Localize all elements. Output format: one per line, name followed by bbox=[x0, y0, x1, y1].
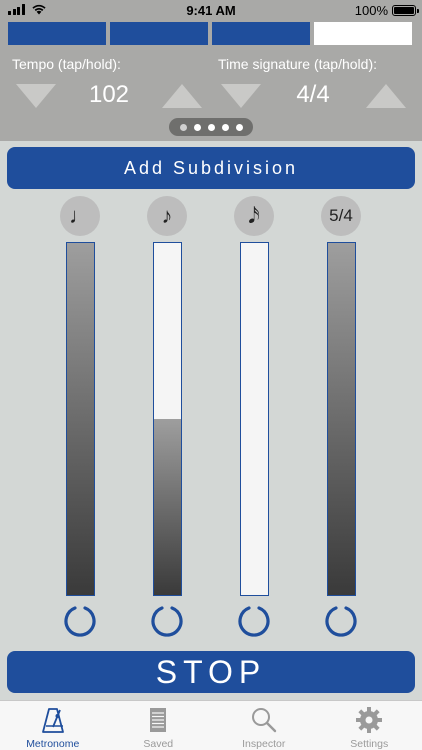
volume-slider[interactable] bbox=[153, 242, 182, 596]
eighth-note-icon[interactable]: ♪ bbox=[147, 196, 187, 236]
tab-label: Inspector bbox=[242, 738, 286, 750]
page-dot-5[interactable] bbox=[235, 123, 243, 131]
add-subdivision-button[interactable]: Add Subdivision bbox=[7, 147, 415, 189]
battery-icon bbox=[392, 5, 419, 16]
tab-label: Saved bbox=[143, 738, 174, 750]
gear-icon bbox=[356, 707, 383, 733]
page-indicator[interactable] bbox=[169, 118, 253, 136]
volume-slider[interactable] bbox=[240, 242, 269, 596]
magnifier-icon bbox=[251, 708, 276, 733]
tab-saved[interactable]: Saved bbox=[106, 701, 212, 750]
volume-fill bbox=[328, 243, 355, 595]
volume-fill bbox=[67, 243, 94, 595]
beat-light-4 bbox=[314, 22, 412, 45]
tempo-decrease-button[interactable] bbox=[16, 84, 56, 108]
rotate-knob-icon[interactable] bbox=[150, 604, 184, 638]
status-right: 100% bbox=[354, 3, 419, 18]
volume-slider[interactable] bbox=[327, 242, 356, 596]
beat-light-1 bbox=[8, 22, 106, 45]
rotate-knob-icon[interactable] bbox=[63, 604, 97, 638]
tab-label: Settings bbox=[350, 738, 389, 750]
beat-light-3 bbox=[212, 22, 310, 45]
tab-settings[interactable]: Settings bbox=[317, 701, 422, 750]
time-signature-value[interactable]: 4/4 bbox=[273, 81, 353, 109]
volume-fill bbox=[154, 419, 181, 595]
quarter-note-icon[interactable]: ♩ bbox=[60, 196, 100, 236]
battery-percent: 100% bbox=[354, 3, 388, 18]
page-dot-3[interactable] bbox=[207, 123, 215, 131]
tab-label: Metronome bbox=[26, 738, 80, 750]
beat-light-2 bbox=[110, 22, 208, 45]
beat-indicator bbox=[8, 22, 412, 45]
time-signature-increase-button[interactable] bbox=[366, 84, 406, 108]
tempo-increase-button[interactable] bbox=[162, 84, 202, 108]
page-dot-4[interactable] bbox=[221, 123, 229, 131]
page-dot-1[interactable] bbox=[179, 123, 187, 131]
metronome-icon bbox=[41, 708, 64, 733]
time-signature-label: Time signature (tap/hold): bbox=[218, 56, 377, 72]
tempo-label: Tempo (tap/hold): bbox=[12, 56, 121, 72]
status-bar: 9:41 AM 100% bbox=[0, 0, 422, 20]
sixteenth-note-icon[interactable]: 𝅘𝅥𝅯 bbox=[234, 196, 274, 236]
notepad-icon bbox=[150, 708, 167, 732]
rotate-knob-icon[interactable] bbox=[324, 604, 358, 638]
rotate-knob-icon[interactable] bbox=[237, 604, 271, 638]
time-signature-decrease-button[interactable] bbox=[221, 84, 261, 108]
volume-slider[interactable] bbox=[66, 242, 95, 596]
quintuplet-icon[interactable]: 5/4 bbox=[321, 196, 361, 236]
tab-inspector[interactable]: Inspector bbox=[211, 701, 317, 750]
stop-button[interactable]: STOP bbox=[7, 651, 415, 693]
tab-metronome[interactable]: Metronome bbox=[0, 701, 106, 750]
page-dot-2[interactable] bbox=[193, 123, 201, 131]
tempo-value[interactable]: 102 bbox=[69, 81, 149, 109]
tab-bar: Metronome Saved Inspector Settings bbox=[0, 700, 422, 750]
